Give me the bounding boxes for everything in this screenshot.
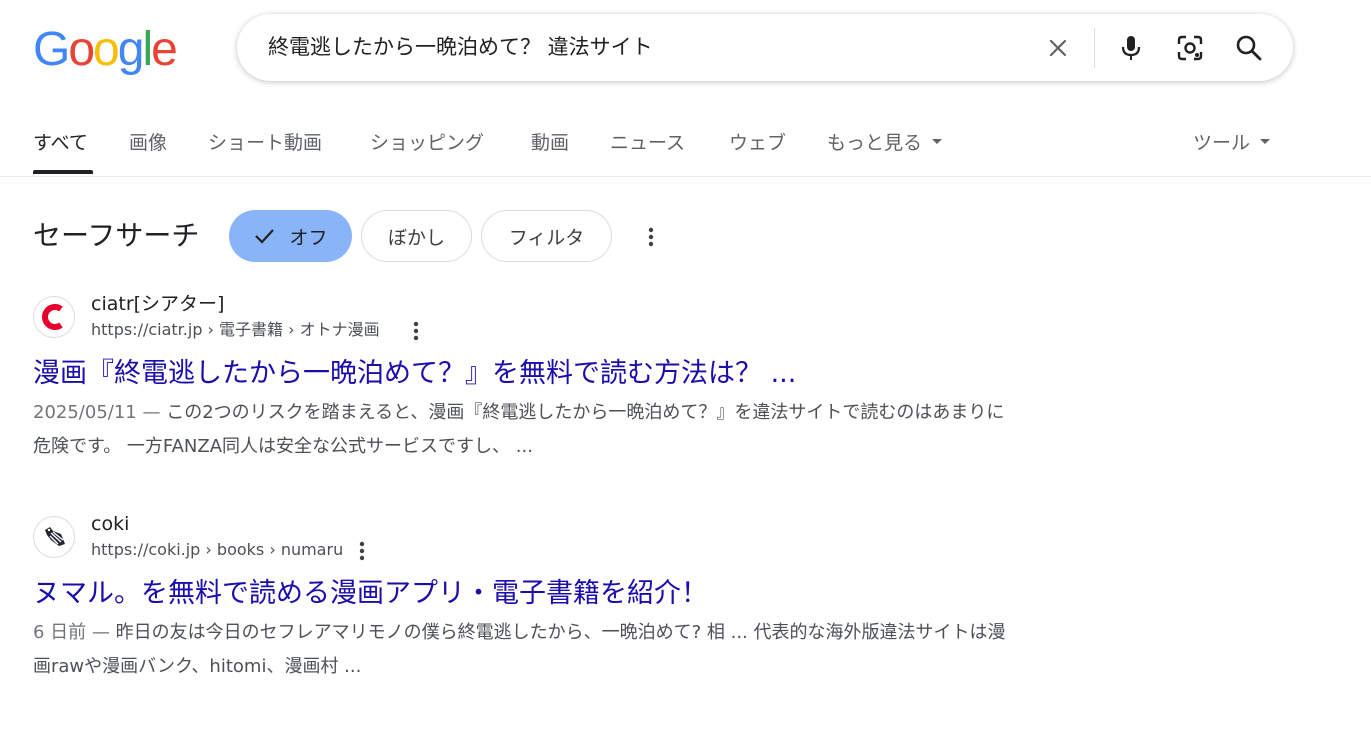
result-date: 6 日前 — [33, 622, 116, 643]
tab-tools-label: ツール [1193, 132, 1251, 154]
result-url[interactable]: https://coki.jp › books › numaru [91, 539, 343, 561]
caret-down-icon [1260, 139, 1271, 144]
result-menu-icon[interactable] [350, 539, 374, 563]
result-snippet-text: この2つのリスクを踏まえると、漫画『終電逃したから一晩泊めて？』を違法サイトで読… [33, 402, 1005, 457]
result-site-name[interactable]: coki [91, 511, 129, 537]
search-tabs: すべて 画像 ショート動画 ショッピング 動画 ニュース ウェブ もっと見る ツ… [0, 124, 1371, 177]
result-url[interactable]: https://ciatr.jp › 電子書籍 › オトナ漫画 [91, 319, 380, 341]
logo-letter: o [93, 23, 120, 76]
logo-letter: o [68, 23, 95, 76]
result-title-link[interactable]: 漫画『終電逃したから一晩泊めて？』を無料で読む方法は？ ... [33, 356, 796, 392]
search-icon[interactable] [1233, 32, 1265, 64]
tab-short-videos[interactable]: ショート動画 [208, 129, 322, 157]
logo-letter: G [33, 23, 70, 76]
result-snippet-text: 昨日の友は今日のセフレアマリモノの僕ら終電逃したから、一晩泊めて? 相 ... … [33, 622, 1006, 677]
logo-letter: e [151, 23, 178, 76]
safesearch-blur-label: ぼかし [387, 226, 445, 249]
result-menu-icon[interactable] [404, 319, 428, 343]
result-date: 2025/05/11 — [33, 402, 167, 423]
result-site-name[interactable]: ciatr[シアター] [91, 291, 224, 317]
caret-down-icon [932, 139, 943, 144]
result-snippet: 6 日前 — 昨日の友は今日のセフレアマリモノの僕ら終電逃したから、一晩泊めて?… [33, 616, 1013, 684]
coki-bird-favicon-icon[interactable] [33, 516, 75, 558]
search-input[interactable]: 終電逃したから一晩泊めて？ 違法サイト [268, 33, 653, 61]
tab-more-label: もっと見る [827, 132, 923, 154]
result-snippet: 2025/05/11 — この2つのリスクを踏まえると、漫画『終電逃したから一晩… [33, 396, 1013, 464]
tab-videos[interactable]: 動画 [531, 129, 569, 157]
ciatr-favicon-icon[interactable] [33, 296, 75, 338]
safesearch-blur-chip[interactable]: ぼかし [361, 210, 472, 262]
search-box[interactable]: 終電逃したから一晩泊めて？ 違法サイト [237, 14, 1293, 81]
check-icon [255, 229, 275, 244]
more-options-icon[interactable] [639, 225, 663, 249]
active-tab-indicator [33, 170, 93, 174]
safesearch-filter-label: フィルタ [508, 226, 585, 249]
microphone-icon[interactable] [1115, 32, 1147, 64]
tab-tools[interactable]: ツール [1193, 129, 1271, 157]
clear-icon[interactable] [1042, 32, 1074, 64]
safesearch-off-label: オフ [289, 226, 328, 249]
safesearch-filter-chip[interactable]: フィルタ [481, 210, 612, 262]
google-logo[interactable]: Google [33, 23, 178, 76]
tab-more[interactable]: もっと見る [827, 129, 943, 157]
safesearch-off-chip[interactable]: オフ [229, 210, 352, 262]
logo-letter: g [117, 23, 145, 76]
tab-images[interactable]: 画像 [129, 129, 167, 157]
logo-letter: l [142, 23, 153, 76]
tab-web[interactable]: ウェブ [729, 129, 786, 157]
tab-news[interactable]: ニュース [610, 129, 685, 157]
search-divider [1094, 28, 1095, 68]
tab-all[interactable]: すべて [33, 129, 88, 157]
safesearch-title: セーフサーチ [33, 219, 200, 252]
tab-shopping[interactable]: ショッピング [370, 129, 484, 157]
result-title-link[interactable]: ヌマル。を無料で読める漫画アプリ・電子書籍を紹介！ [33, 576, 708, 612]
camera-lens-icon[interactable] [1174, 32, 1206, 64]
